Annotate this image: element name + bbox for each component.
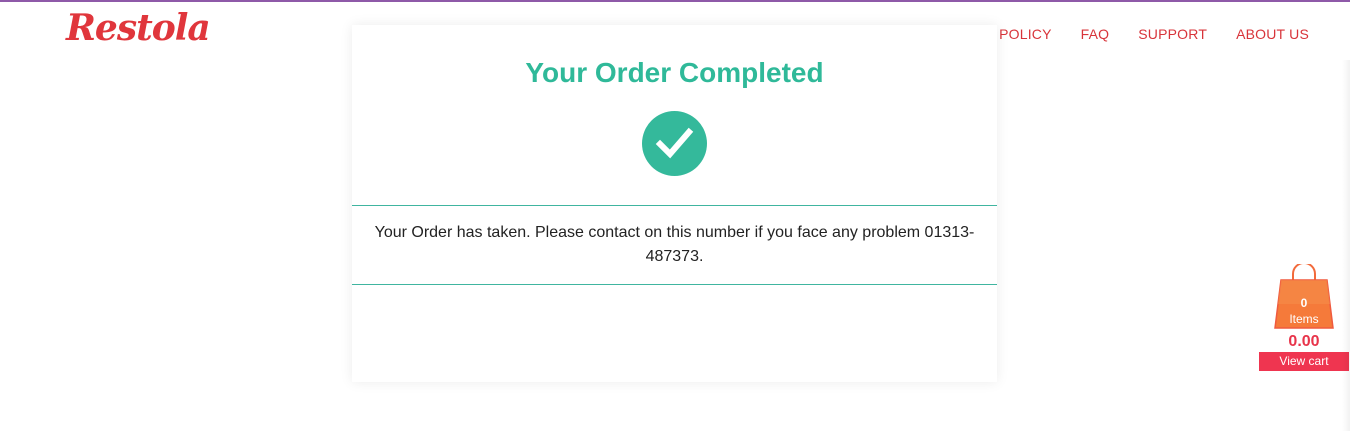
divider-top <box>352 205 997 206</box>
order-message: Your Order has taken. Please contact on … <box>374 224 975 265</box>
edge-shadow <box>1342 60 1350 431</box>
floating-cart[interactable]: 0 Items 0.00 View cart <box>1259 264 1349 372</box>
nav-faq[interactable]: FAQ <box>1081 26 1110 42</box>
nav-about-us[interactable]: ABOUT US <box>1236 26 1309 42</box>
brand-logo[interactable]: Restola <box>66 4 211 52</box>
cart-items-label: Items <box>1289 312 1319 326</box>
cart-count: 0 <box>1300 296 1308 310</box>
order-complete-title: Your Order Completed <box>525 57 824 88</box>
nav-support[interactable]: SUPPORT <box>1138 26 1207 42</box>
top-border <box>0 0 1350 2</box>
divider-bottom <box>352 284 997 285</box>
view-cart-button[interactable]: View cart <box>1259 352 1349 371</box>
order-complete-card: Your Order Completed Your Order has take… <box>352 25 997 382</box>
cart-total: 0.00 <box>1288 333 1320 350</box>
check-circle-icon <box>642 111 707 176</box>
